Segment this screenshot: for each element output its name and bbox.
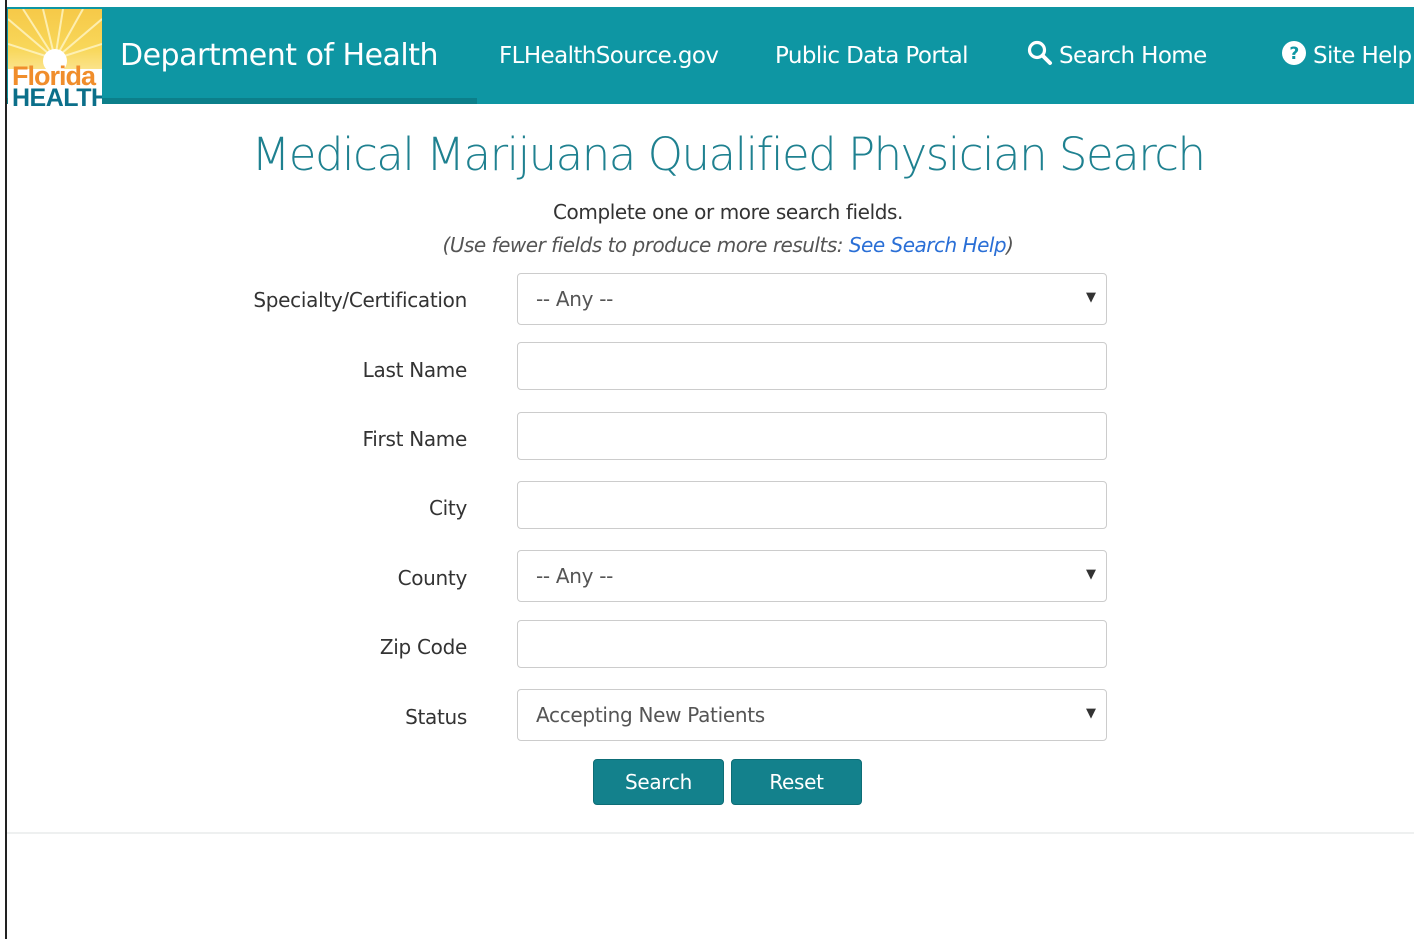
specialty-label: Specialty/Certification <box>253 288 467 312</box>
specialty-select[interactable]: -- Any -- ▼ <box>517 273 1107 325</box>
specialty-selected-value: -- Any -- <box>536 287 614 311</box>
first-name-input[interactable] <box>517 412 1107 460</box>
brand-title[interactable]: Department of Health <box>120 38 439 73</box>
city-input[interactable] <box>517 481 1107 529</box>
nav-link-label: Public Data Portal <box>775 43 968 69</box>
search-icon <box>1027 40 1052 65</box>
sun-icon <box>8 9 102 69</box>
nav-link-search-home[interactable]: Search Home <box>1027 40 1207 69</box>
county-select[interactable]: -- Any -- ▼ <box>517 550 1107 602</box>
county-label: County <box>397 566 468 590</box>
search-help-link[interactable]: See Search Help <box>849 233 1007 257</box>
nav-link-flhealthsource[interactable]: FLHealthSource.gov <box>499 43 719 69</box>
zip-code-input[interactable] <box>517 620 1107 668</box>
first-name-label: First Name <box>362 427 468 451</box>
instruction-text: Complete one or more search fields. <box>552 200 904 224</box>
status-label: Status <box>405 705 467 729</box>
search-hint-suffix: ) <box>1006 233 1014 257</box>
status-select[interactable]: Accepting New Patients ▼ <box>517 689 1107 741</box>
nav-link-public-data-portal[interactable]: Public Data Portal <box>775 43 968 69</box>
last-name-input[interactable] <box>517 342 1107 390</box>
city-label: City <box>429 496 467 520</box>
search-hint-prefix: (Use fewer fields to produce more result… <box>442 233 849 257</box>
zip-code-label: Zip Code <box>379 635 467 659</box>
florida-health-logo[interactable]: Florida HEALTH <box>8 9 102 109</box>
footer-divider <box>7 832 1414 834</box>
status-selected-value: Accepting New Patients <box>536 703 765 727</box>
last-name-label: Last Name <box>362 358 468 382</box>
chevron-down-icon: ▼ <box>1086 706 1096 721</box>
nav-link-label: Search Home <box>1059 43 1207 69</box>
search-button[interactable]: Search <box>593 759 724 805</box>
logo-text-health: HEALTH <box>12 84 102 109</box>
svg-text:?: ? <box>1289 44 1298 64</box>
chevron-down-icon: ▼ <box>1086 567 1096 582</box>
nav-link-label: Site Help <box>1313 43 1412 69</box>
nav-link-label: FLHealthSource.gov <box>499 43 719 69</box>
question-circle-icon: ? <box>1282 41 1306 65</box>
nav-link-site-help[interactable]: ? Site Help <box>1281 40 1412 69</box>
search-hint: (Use fewer fields to produce more result… <box>0 233 1414 257</box>
reset-button[interactable]: Reset <box>731 759 862 805</box>
county-selected-value: -- Any -- <box>536 564 614 588</box>
chevron-down-icon: ▼ <box>1086 290 1096 305</box>
page-title: Medical Marijuana Qualified Physician Se… <box>251 128 1206 181</box>
window-frame-top <box>0 0 1414 6</box>
